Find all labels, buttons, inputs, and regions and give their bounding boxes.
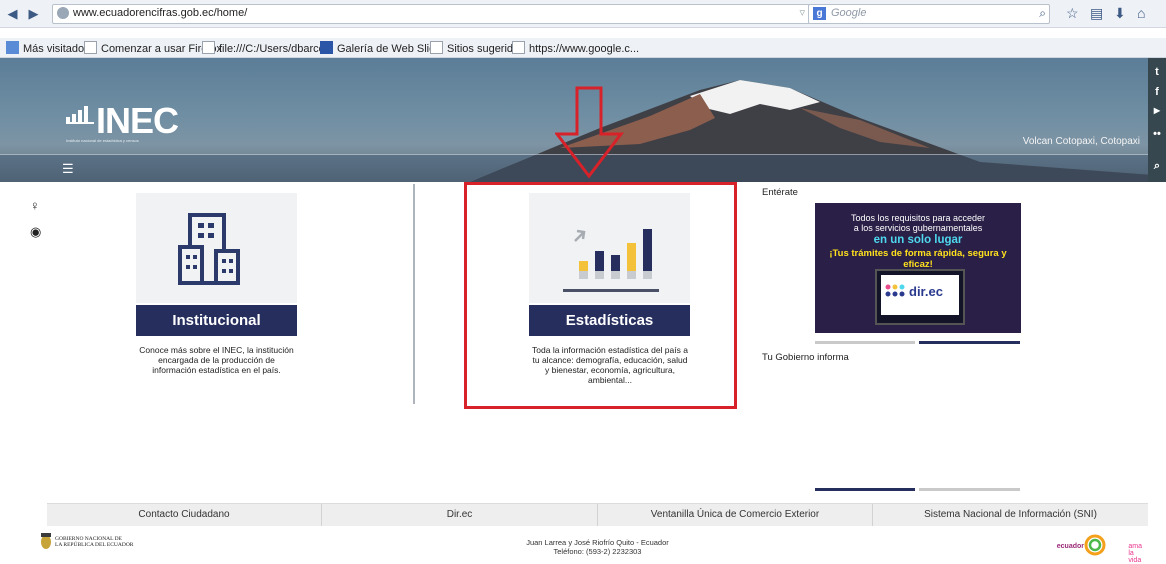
address-bar[interactable]: www.ecuadorencifras.gob.ec/home/ ▿ C (52, 4, 854, 24)
laptop-icon: dir.ec (875, 269, 965, 325)
folder-icon (6, 41, 19, 54)
bookmarks-menu-icon[interactable]: ▤ (1090, 5, 1103, 22)
page-icon (430, 41, 443, 54)
search-input[interactable]: g Google ⌕ (808, 4, 1050, 24)
flickr-icon[interactable]: •• (1148, 128, 1166, 140)
globe-icon (57, 7, 69, 19)
page-icon (512, 41, 525, 54)
footer-links: Contacto Ciudadano Dir.ec Ventanilla Úni… (47, 503, 1148, 527)
facebook-icon[interactable]: f (1148, 86, 1166, 98)
banner-tagline: ¡Tus trámites de forma rápida, segura y … (829, 248, 1007, 270)
footer-address: Juan Larrea y José Riofrío Quito - Ecuad… (47, 538, 1148, 556)
back-arrow-icon[interactable]: ◀ (4, 5, 21, 22)
page-icon (202, 41, 215, 54)
red-highlight-box (464, 182, 737, 409)
ama-la-vida-label: ama la vida (1128, 543, 1142, 564)
search-placeholder: Google (831, 7, 867, 19)
browser-toolbar: ◀ ▶ www.ecuadorencifras.gob.ec/home/ ▿ C… (0, 0, 1166, 28)
desc-line: Conoce más sobre el INEC, la institución (139, 345, 294, 355)
carousel-indicator[interactable] (815, 341, 915, 344)
bookmark-item[interactable]: Más visitados (6, 41, 90, 55)
banner-text: Todos los requisitos para acceder a los … (815, 213, 1021, 233)
institucional-image[interactable] (136, 193, 297, 303)
bookmarks-bar: Más visitados Comenzar a usar Firefox fi… (0, 38, 1166, 58)
logo-subtitle: Instituto nacional de estadística y cens… (66, 138, 139, 143)
hamburger-icon[interactable]: ☰ (62, 161, 74, 177)
inec-logo-bars (66, 106, 94, 124)
youtube-icon[interactable]: ▶ (1148, 106, 1166, 115)
page-icon (84, 41, 97, 54)
web-slice-icon (320, 41, 333, 54)
carousel-indicator-active[interactable] (815, 488, 915, 491)
direc-promo-banner[interactable]: Todos los requisitos para acceder a los … (815, 203, 1021, 333)
footer-link-sni[interactable]: Sistema Nacional de Información (SNI) (873, 504, 1148, 526)
bookmark-item[interactable]: file:///C:/Users/dbarco... (202, 41, 334, 55)
carousel-indicator-active[interactable] (919, 341, 1020, 344)
phone-line: Teléfono: (593-2) 2232303 (553, 547, 642, 556)
dots-icon (885, 284, 905, 297)
banner-headline: en un solo lugar (873, 234, 963, 246)
home-icon[interactable]: ⌂ (1137, 5, 1145, 21)
search-icon[interactable]: ⌕ (1148, 160, 1166, 173)
bookmark-item[interactable]: https://www.google.c... (512, 41, 639, 55)
footer-link-ventanilla[interactable]: Ventanilla Única de Comercio Exterior (598, 504, 873, 526)
enterate-heading: Entérate (762, 187, 798, 198)
social-sidebar: t f ▶ •• ⌕ (1148, 58, 1166, 182)
direc-logo: dir.ec (909, 284, 943, 299)
footer-link-direc[interactable]: Dir.ec (322, 504, 598, 526)
laptop-screen: dir.ec (881, 275, 959, 315)
forward-arrow-icon[interactable]: ▶ (25, 5, 42, 22)
google-icon[interactable]: g (813, 7, 826, 20)
sun-logo-icon (1084, 534, 1106, 556)
bookmark-star-icon[interactable]: ☆ (1066, 5, 1079, 22)
footer-bottom: GOBIERNO NACIONAL DE LA REPÚBLICA DEL EC… (41, 526, 1148, 564)
dropdown-icon[interactable]: ▿ (799, 6, 805, 19)
accessibility-person-icon[interactable]: ♀ (30, 198, 40, 213)
building-icon (178, 213, 240, 285)
carousel-indicator[interactable] (919, 488, 1020, 491)
search-icon[interactable]: ⌕ (1039, 6, 1046, 21)
address-line: Juan Larrea y José Riofrío Quito - Ecuad… (526, 538, 669, 547)
institucional-description: Conoce más sobre el INEC, la institución… (130, 345, 303, 375)
desc-line: información estadística en el país. (152, 365, 281, 375)
banner-line: Todos los requisitos para acceder (850, 213, 986, 223)
red-arrow-annotation (555, 86, 625, 179)
download-icon[interactable]: ⬇ (1114, 5, 1126, 22)
column-divider (413, 184, 415, 404)
image-caption: Volcan Cotopaxi, Cotopaxi (1022, 136, 1140, 147)
twitter-icon[interactable]: t (1148, 66, 1166, 78)
eye-icon[interactable]: ◉ (30, 224, 41, 240)
footer-link-contacto[interactable]: Contacto Ciudadano (47, 504, 322, 526)
banner-line: a los servicios gubernamentales (853, 223, 983, 233)
ecuador-label: ecuador (1056, 543, 1084, 550)
tu-gobierno-heading: Tu Gobierno informa (762, 352, 849, 363)
bookmark-item[interactable]: Sitios sugeridos (430, 41, 525, 55)
bookmark-item[interactable]: Galería de Web Slice (320, 41, 441, 55)
inec-logo[interactable]: INEC (96, 100, 179, 142)
desc-line: encargada de la producción de (158, 355, 275, 365)
url-text: www.ecuadorencifras.gob.ec/home/ (73, 7, 248, 19)
institucional-button[interactable]: Institucional (136, 305, 297, 336)
